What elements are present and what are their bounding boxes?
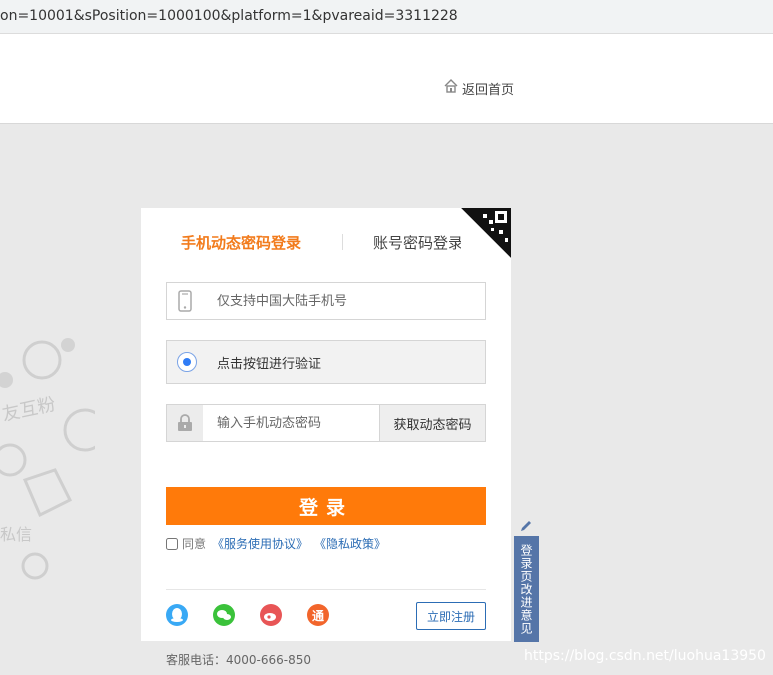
phone-field[interactable] (166, 282, 486, 320)
decor-text-2: 私信 (0, 525, 32, 544)
tab-phone-login[interactable]: 手机动态密码登录 (181, 232, 301, 253)
weibo-icon[interactable] (260, 604, 282, 626)
background-decoration: 友互粉 私信 (0, 330, 107, 590)
login-panel: 手机动态密码登录 账号密码登录 点击按钮进行验证 (141, 208, 511, 641)
feedback-button[interactable]: 登录页改进意见 (514, 536, 539, 642)
tab-account-login[interactable]: 账号密码登录 (373, 232, 463, 253)
divider (166, 589, 486, 590)
agree-checkbox[interactable] (166, 537, 178, 550)
home-link-label: 返回首页 (462, 82, 515, 98)
address-bar[interactable]: on=10001&sPosition=1000100&platform=1&pv… (0, 0, 773, 34)
home-icon (443, 78, 459, 98)
page-header: 返回首页 (0, 34, 773, 124)
address-bar-url[interactable]: on=10001&sPosition=1000100&platform=1&pv… (0, 8, 458, 24)
home-link[interactable]: 返回首页 (443, 78, 514, 98)
get-code-button[interactable]: 获取动态密码 (379, 405, 485, 441)
wechat-icon[interactable] (213, 604, 235, 626)
service-phone: 客服电话：4000-666-850 (166, 653, 312, 667)
agreement-row: 同意 《服务使用协议》 《隐私政策》 (166, 535, 386, 552)
qq-icon[interactable] (166, 604, 188, 626)
verify-label: 点击按钮进行验证 (217, 357, 322, 372)
code-input[interactable] (217, 405, 357, 441)
register-button[interactable]: 立即注册 (416, 602, 486, 630)
verify-button[interactable]: 点击按钮进行验证 (166, 340, 486, 384)
phone-input[interactable] (217, 283, 377, 319)
agree-prefix: 同意 (182, 537, 207, 551)
login-button[interactable]: 登录 (166, 487, 486, 525)
watermark: https://blog.csdn.net/luohua13950 (524, 648, 766, 664)
lock-icon (167, 405, 203, 441)
pencil-icon (519, 518, 533, 537)
privacy-link[interactable]: 《隐私政策》 (314, 535, 386, 552)
tong-login-icon[interactable]: 通 (307, 604, 329, 626)
verify-radio-icon (177, 352, 197, 372)
phone-icon (167, 283, 203, 319)
terms-link[interactable]: 《服务使用协议》 (212, 535, 308, 552)
decor-text-1: 友互粉 (0, 394, 57, 426)
qr-code-icon[interactable] (461, 208, 511, 258)
code-field[interactable]: 获取动态密码 (166, 404, 486, 442)
tab-separator (342, 234, 343, 250)
